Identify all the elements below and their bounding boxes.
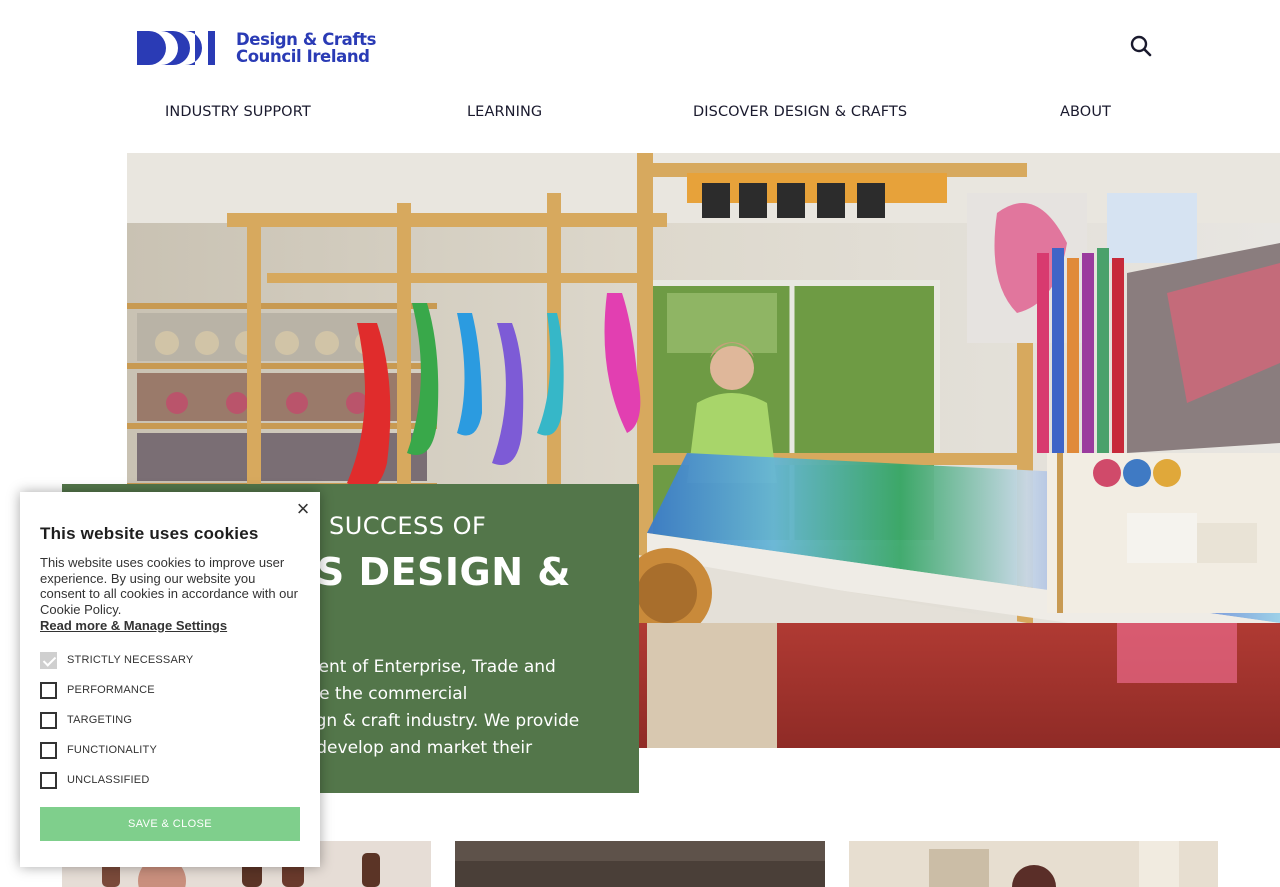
save-close-button[interactable]: SAVE & CLOSE <box>40 807 300 841</box>
hero-title: ’S DESIGN & <box>302 550 571 594</box>
card-image-3[interactable] <box>849 841 1218 887</box>
cookie-option-performance[interactable]: PERFORMANCE <box>40 681 155 699</box>
hero-kicker: SUCCESS OF <box>329 512 487 540</box>
checkbox[interactable] <box>40 711 57 729</box>
cookie-title: This website uses cookies <box>40 524 259 543</box>
checkbox[interactable] <box>40 741 57 759</box>
hero-body-line: s develop and market their <box>302 738 533 758</box>
search-button[interactable] <box>1128 33 1154 59</box>
search-icon <box>1130 35 1152 57</box>
cookie-option-label: TARGETING <box>67 714 133 726</box>
cookie-option-unclassified[interactable]: UNCLASSIFIED <box>40 771 149 789</box>
cookie-option-label: UNCLASSIFIED <box>67 774 150 786</box>
logo-text-line2: Council Ireland <box>236 47 370 66</box>
nav-item-learning[interactable]: LEARNING <box>467 104 542 120</box>
cookie-consent-dialog: × This website uses cookies This website… <box>20 492 320 867</box>
checkbox[interactable] <box>40 681 57 699</box>
logo-text: Design & Crafts Council Ireland <box>236 31 376 65</box>
checkbox[interactable] <box>40 651 57 669</box>
page: Design & Crafts Council Ireland INDUSTRY… <box>0 0 1280 887</box>
hero-body-line: ote the commercial <box>302 684 468 704</box>
logo-mark-icon <box>137 31 215 65</box>
checkbox[interactable] <box>40 771 57 789</box>
hero-body-line: sign & craft industry. We provide <box>302 711 580 731</box>
logo-text-line1: Design & Crafts <box>236 30 377 49</box>
card-image-2[interactable] <box>455 841 825 887</box>
cookie-text: This website uses cookies to improve use… <box>40 555 298 617</box>
cookie-option-targeting[interactable]: TARGETING <box>40 711 132 729</box>
close-icon[interactable]: × <box>294 498 312 520</box>
cookie-option-strictly-necessary[interactable]: STRICTLY NECESSARY <box>40 651 193 669</box>
cookie-option-label: STRICTLY NECESSARY <box>67 654 194 666</box>
nav-item-about[interactable]: ABOUT <box>1060 104 1111 120</box>
main-nav: INDUSTRY SUPPORT LEARNING DISCOVER DESIG… <box>0 104 1280 128</box>
nav-item-industry-support[interactable]: INDUSTRY SUPPORT <box>165 104 311 120</box>
hero-body: ment of Enterprise, Trade and ote the co… <box>302 654 602 762</box>
nav-item-discover-design-crafts[interactable]: DISCOVER DESIGN & CRAFTS <box>693 104 907 120</box>
cookie-option-label: PERFORMANCE <box>67 684 155 696</box>
logo[interactable]: Design & Crafts Council Ireland <box>137 31 376 65</box>
cookie-option-functionality[interactable]: FUNCTIONALITY <box>40 741 157 759</box>
manage-settings-link[interactable]: Read more & Manage Settings <box>40 618 227 633</box>
cookie-option-label: FUNCTIONALITY <box>67 744 157 756</box>
hero-body-line: ment of Enterprise, Trade and <box>302 657 556 677</box>
